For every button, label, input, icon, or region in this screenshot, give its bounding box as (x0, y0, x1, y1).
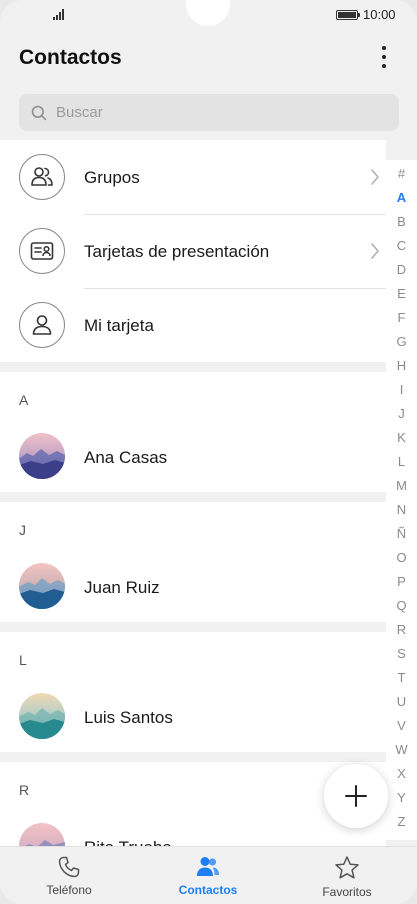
business-cards-label: Tarjetas de presentación (84, 242, 270, 261)
groups-label: Grupos (84, 168, 140, 187)
shortcuts-block: Grupos Tarjetas de presentación Mi tarje… (0, 140, 386, 362)
index-letter[interactable]: W (386, 742, 417, 757)
contact-name[interactable]: Ana Casas (84, 448, 167, 468)
tab-label: Contactos (178, 883, 238, 897)
index-letter[interactable]: A (386, 190, 417, 205)
plus-icon (345, 785, 367, 807)
more-vertical-icon[interactable] (372, 42, 396, 72)
index-letter[interactable]: D (386, 262, 417, 277)
avatar (19, 433, 65, 479)
business-card-icon (19, 228, 65, 274)
contacts-icon (197, 857, 219, 876)
battery-icon (336, 10, 360, 20)
tab-contacts[interactable]: Contactos (158, 855, 258, 897)
contact-name[interactable]: Rita Trueba (84, 838, 172, 846)
section-a: A Ana Casas (0, 372, 386, 492)
search-bar[interactable] (19, 94, 399, 131)
index-letter[interactable]: Q (386, 598, 417, 613)
person-icon (19, 302, 65, 348)
index-letter[interactable]: G (386, 334, 417, 349)
section-header: L (19, 652, 27, 668)
index-letter[interactable]: # (386, 166, 417, 181)
index-letter[interactable]: V (386, 718, 417, 733)
star-icon (335, 856, 359, 879)
contact-name[interactable]: Juan Ruiz (84, 578, 160, 598)
index-letter[interactable]: J (386, 406, 417, 421)
group-icon (19, 154, 65, 200)
section-header: R (19, 782, 30, 798)
status-time: 10:00 (363, 7, 396, 22)
avatar (19, 693, 65, 739)
search-icon (31, 105, 47, 120)
index-letter[interactable]: I (386, 382, 417, 397)
tab-label: Teléfono (46, 883, 92, 897)
tab-label: Favoritos (322, 885, 372, 899)
index-letter[interactable]: O (386, 550, 417, 565)
phone-screen: 10:00 Contactos Grupos (0, 0, 417, 904)
index-letter[interactable]: M (386, 478, 417, 493)
contact-name[interactable]: Luis Santos (84, 708, 173, 728)
index-letter[interactable]: E (386, 286, 417, 301)
index-letter[interactable]: B (386, 214, 417, 229)
add-contact-button[interactable] (324, 764, 388, 828)
signal-icon (53, 9, 67, 20)
section-header: A (19, 392, 29, 408)
index-letter[interactable]: T (386, 670, 417, 685)
tab-favorites[interactable]: Favoritos (297, 855, 397, 899)
alphabet-index[interactable]: # A B C D E F G H I J K L M N Ñ O P Q R S T U V W X Y Z (386, 160, 417, 840)
bottom-navigation: Teléfono Contactos Favoritos (0, 846, 417, 904)
page-title: Contactos (19, 46, 122, 69)
camera-notch (186, 0, 230, 26)
chevron-right-icon (371, 243, 379, 259)
index-letter[interactable]: Ñ (386, 526, 417, 541)
section-header: J (19, 522, 26, 538)
index-letter[interactable]: Y (386, 790, 417, 805)
my-card-row[interactable]: Mi tarjeta (0, 288, 386, 362)
my-card-label: Mi tarjeta (84, 316, 154, 335)
index-letter[interactable]: H (386, 358, 417, 373)
index-letter[interactable]: X (386, 766, 417, 781)
status-bar: 10:00 (0, 0, 417, 30)
index-letter[interactable]: Z (386, 814, 417, 829)
avatar (19, 823, 65, 846)
business-cards-row[interactable]: Tarjetas de presentación (0, 214, 386, 288)
index-letter[interactable]: F (386, 310, 417, 325)
search-input[interactable] (56, 104, 356, 121)
index-letter[interactable]: R (386, 622, 417, 637)
index-letter[interactable]: U (386, 694, 417, 709)
groups-row[interactable]: Grupos (0, 140, 386, 214)
phone-icon (58, 856, 80, 878)
avatar (19, 563, 65, 609)
index-letter[interactable]: S (386, 646, 417, 661)
index-letter[interactable]: C (386, 238, 417, 253)
section-l: L Luis Santos (0, 632, 386, 752)
index-letter[interactable]: K (386, 430, 417, 445)
chevron-right-icon (371, 169, 379, 185)
contacts-list[interactable]: Grupos Tarjetas de presentación Mi tarje… (0, 140, 417, 846)
index-letter[interactable]: L (386, 454, 417, 469)
index-letter[interactable]: N (386, 502, 417, 517)
index-letter[interactable]: P (386, 574, 417, 589)
section-j: J Juan Ruiz (0, 502, 386, 622)
tab-phone[interactable]: Teléfono (19, 855, 119, 897)
